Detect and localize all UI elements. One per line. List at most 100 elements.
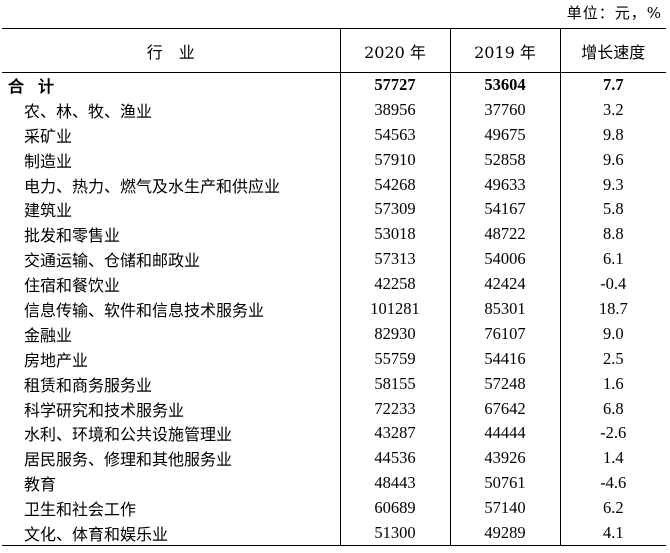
growth-rate-cell: 6.8 — [559, 396, 666, 421]
value-2020-cell: 60689 — [339, 495, 450, 521]
value-2020-cell: 82930 — [339, 321, 450, 347]
growth-rate-cell: -4.6 — [559, 470, 666, 496]
value-2020-cell: 57910 — [339, 147, 450, 173]
value-2019-cell: 54416 — [449, 346, 560, 372]
table-row: 租赁和商务服务业 58155 57248 1.6 — [2, 371, 666, 397]
value-2020-cell: 57313 — [339, 246, 450, 272]
value-2020-cell: 72233 — [339, 396, 450, 421]
header-industry: 行 业 — [2, 28, 340, 73]
growth-rate-cell: 8.8 — [559, 221, 666, 247]
value-2020-cell: 58155 — [339, 371, 450, 397]
value-2020-cell: 38956 — [339, 97, 450, 123]
table-row: 卫生和社会工作 60689 57140 6.2 — [2, 495, 666, 521]
industry-name-cell: 制造业 — [24, 151, 73, 171]
table-row: 建筑业 57309 54167 5.8 — [2, 196, 666, 222]
value-2019-cell: 49289 — [449, 520, 560, 546]
table-body: 合计 57727 53604 7.7 农、林、牧、渔业 38956 37760 3.2 采矿业 5… — [2, 72, 666, 546]
industry-name-cell: 电力、热力、燃气及水生产和供应业 — [24, 176, 281, 196]
table-header-row: 行 业 2020 年 2019 年 增长速度 — [2, 28, 666, 73]
value-2019-cell: 54167 — [449, 196, 560, 222]
growth-rate-cell: 6.2 — [559, 495, 666, 521]
growth-rate-cell: 6.1 — [559, 246, 666, 272]
value-2020-cell: 54268 — [339, 172, 450, 197]
header-2020: 2020 年 — [339, 28, 450, 73]
value-2020-cell: 44536 — [339, 445, 450, 471]
value-2019-cell: 85301 — [449, 296, 560, 322]
industry-name-cell: 文化、体育和娱乐业 — [2, 520, 340, 546]
value-2020-cell: 42258 — [339, 271, 450, 297]
industry-name-cell: 合计 — [8, 77, 69, 97]
table-row: 批发和零售业 53018 48722 8.8 — [2, 221, 666, 247]
growth-rate-cell: 1.6 — [559, 371, 666, 397]
table-row: 教育 48443 50761 -4.6 — [2, 470, 666, 496]
wage-table: 行 业 2020 年 2019 年 增长速度 合计 57727 53604 7.7 农、… — [2, 28, 666, 546]
value-2020-cell: 43287 — [339, 420, 450, 446]
industry-name-cell: 房地产业 — [24, 350, 89, 370]
table-row: 水利、环境和公共设施管理业 43287 44444 -2.6 — [2, 420, 666, 446]
table-row: 电力、热力、燃气及水生产和供应业 54268 49633 9.3 — [2, 172, 666, 197]
value-2019-cell: 49675 — [449, 122, 560, 148]
table-row: 制造业 57910 52858 9.6 — [2, 147, 666, 173]
table-row: 房地产业 55759 54416 2.5 — [2, 346, 666, 372]
growth-rate-cell: -0.4 — [559, 271, 666, 297]
growth-rate-cell: 2.5 — [559, 346, 666, 372]
table-row: 居民服务、修理和其他服务业 44536 43926 1.4 — [2, 445, 666, 471]
value-2020-cell: 53018 — [339, 221, 450, 247]
industry-name-cell: 金融业 — [24, 325, 73, 345]
growth-rate-cell: 18.7 — [559, 296, 666, 322]
value-2020-cell: 101281 — [339, 296, 450, 322]
value-2019-cell: 57248 — [449, 371, 560, 397]
growth-rate-cell: 9.6 — [559, 147, 666, 173]
value-2019-cell: 49633 — [449, 172, 560, 197]
industry-name-cell: 住宿和餐饮业 — [24, 276, 121, 296]
value-2019-cell: 54006 — [449, 246, 560, 272]
growth-rate-cell: 7.7 — [559, 72, 666, 98]
value-2019-cell: 50761 — [449, 470, 560, 496]
growth-rate-cell: 3.2 — [559, 97, 666, 123]
value-2019-cell: 76107 — [449, 321, 560, 347]
table-row: 金融业 82930 76107 9.0 — [2, 321, 666, 347]
value-2019-cell: 57140 — [449, 495, 560, 521]
table-row: 住宿和餐饮业 42258 42424 -0.4 — [2, 271, 666, 297]
industry-name-cell: 水利、环境和公共设施管理业 — [24, 425, 233, 445]
value-2019-cell: 44444 — [449, 420, 560, 446]
unit-label: 单位：元，% — [566, 4, 662, 22]
industry-name-cell: 采矿业 — [24, 126, 73, 146]
growth-rate-cell: 5.8 — [559, 196, 666, 222]
table-row: 交通运输、仓储和邮政业 57313 54006 6.1 — [2, 246, 666, 272]
industry-name-cell: 批发和零售业 — [24, 226, 121, 246]
table-row: 农、林、牧、渔业 38956 37760 3.2 — [2, 97, 666, 123]
value-2019-cell: 48722 — [449, 221, 560, 247]
industry-name-cell: 农、林、牧、渔业 — [24, 101, 153, 121]
value-2019-cell: 52858 — [449, 147, 560, 173]
header-2019: 2019 年 — [449, 28, 560, 73]
growth-rate-cell: 9.3 — [559, 172, 666, 197]
value-2019-cell: 42424 — [449, 271, 560, 297]
value-2020-cell: 55759 — [339, 346, 450, 372]
value-2019-cell: 43926 — [449, 445, 560, 471]
table-row: 采矿业 54563 49675 9.8 — [2, 122, 666, 148]
value-2020-cell: 57309 — [339, 196, 450, 222]
table-row: 文化、体育和娱乐业 51300 49289 4.1 — [2, 520, 666, 546]
industry-name-cell: 租赁和商务服务业 — [24, 375, 153, 395]
table-row: 科学研究和技术服务业 72233 67642 6.8 — [2, 396, 666, 421]
industry-name-cell: 信息传输、软件和信息技术服务业 — [24, 300, 265, 320]
industry-name-cell: 建筑业 — [24, 201, 73, 221]
growth-rate-cell: 4.1 — [559, 520, 666, 546]
growth-rate-cell: -2.6 — [559, 420, 666, 446]
industry-name-cell: 交通运输、仓储和邮政业 — [24, 251, 201, 271]
value-2020-cell: 57727 — [339, 72, 450, 98]
value-2020-cell: 54563 — [339, 122, 450, 148]
industry-name-cell: 教育 — [24, 475, 57, 495]
industry-name-cell: 居民服务、修理和其他服务业 — [24, 450, 233, 470]
value-2019-cell: 53604 — [449, 72, 560, 98]
table-row: 信息传输、软件和信息技术服务业 101281 85301 18.7 — [2, 296, 666, 322]
growth-rate-cell: 9.0 — [559, 321, 666, 347]
value-2020-cell: 51300 — [339, 520, 450, 546]
growth-rate-cell: 9.8 — [559, 122, 666, 148]
value-2020-cell: 48443 — [339, 470, 450, 496]
total-row: 合计 57727 53604 7.7 — [2, 72, 666, 98]
industry-name-cell: 卫生和社会工作 — [24, 500, 137, 520]
header-growth: 增长速度 — [559, 28, 666, 73]
industry-name-cell: 科学研究和技术服务业 — [24, 400, 185, 420]
